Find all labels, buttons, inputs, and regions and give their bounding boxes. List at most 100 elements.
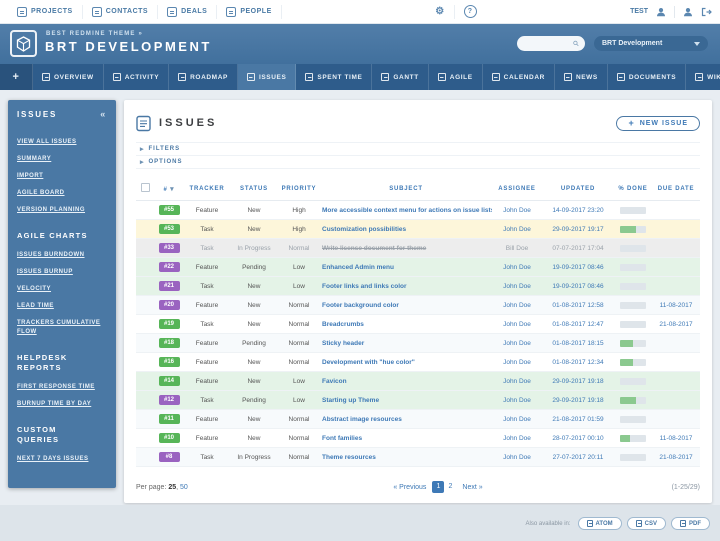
issue-assignee-link[interactable]: John Doe xyxy=(492,448,542,467)
sidebar-link[interactable]: VERSION PLANNING xyxy=(17,206,107,215)
nav-tab-spent-time[interactable]: SPENT TIME xyxy=(296,64,372,90)
pagination-page-2[interactable]: 2 xyxy=(444,481,456,493)
sidebar-link[interactable]: ISSUES BURNUP xyxy=(17,268,107,277)
nav-tab-wiki[interactable]: WIKI xyxy=(686,64,720,90)
search-input[interactable] xyxy=(523,39,573,48)
issue-assignee-link[interactable]: John Doe xyxy=(492,391,542,410)
column-header-subject[interactable]: SUBJECT xyxy=(320,177,492,201)
issue-id-badge[interactable]: #19 xyxy=(159,319,180,329)
issue-id-badge[interactable]: #8 xyxy=(159,452,180,462)
issue-assignee-link[interactable]: John Doe xyxy=(492,258,542,277)
my-account-icon[interactable] xyxy=(683,7,693,17)
sidebar-collapse-icon[interactable]: « xyxy=(100,109,107,119)
issue-id-badge[interactable]: #11 xyxy=(159,414,180,424)
issue-assignee-link[interactable]: John Doe xyxy=(492,410,542,429)
new-issue-button[interactable]: + NEW ISSUE xyxy=(616,116,700,131)
topbar-item-contacts[interactable]: CONTACTS xyxy=(83,5,158,19)
issue-assignee-link[interactable]: John Doe xyxy=(492,353,542,372)
sidebar-link[interactable]: TRACKERS CUMULATIVE FLOW xyxy=(17,319,107,337)
options-toggle[interactable]: ▸ OPTIONS xyxy=(136,156,700,169)
issue-id-badge[interactable]: #21 xyxy=(159,281,180,291)
column-header-tracker[interactable]: TRACKER xyxy=(184,177,230,201)
issue-id-badge[interactable]: #10 xyxy=(159,433,180,443)
column-header-assignee[interactable]: ASSIGNEE xyxy=(492,177,542,201)
issue-subject-link[interactable]: Footer background color xyxy=(320,296,492,315)
nav-tab-roadmap[interactable]: ROADMAP xyxy=(169,64,238,90)
sidebar-link[interactable]: AGILE BOARD xyxy=(17,189,107,198)
issue-subject-link[interactable]: Breadcrumbs xyxy=(320,315,492,334)
sidebar-link[interactable]: VELOCITY xyxy=(17,285,107,294)
per-page-option-50[interactable]: 50 xyxy=(180,484,188,491)
sign-out-icon[interactable] xyxy=(701,7,712,17)
issue-subject-link[interactable]: Development with "hue color" xyxy=(320,353,492,372)
issue-assignee-link[interactable]: John Doe xyxy=(492,201,542,220)
atom-export-button[interactable]: ATOM xyxy=(578,517,622,530)
breadcrumb[interactable]: BEST REDMINE THEME » xyxy=(46,31,143,37)
issue-id-badge[interactable]: #18 xyxy=(159,338,180,348)
sidebar-link[interactable]: ISSUES BURNDOWN xyxy=(17,251,107,260)
sidebar-link[interactable]: VIEW ALL ISSUES xyxy=(17,138,107,147)
issue-assignee-link[interactable]: John Doe xyxy=(492,334,542,353)
issue-subject-link[interactable]: Theme resources xyxy=(320,448,492,467)
nav-tab-overview[interactable]: OVERVIEW xyxy=(33,64,104,90)
issue-assignee-link[interactable]: John Doe xyxy=(492,429,542,448)
previous-page-link[interactable]: « Previous xyxy=(393,484,426,491)
filters-toggle[interactable]: ▸ FILTERS xyxy=(136,142,700,156)
issue-subject-link[interactable]: Starting up Theme xyxy=(320,391,492,410)
issue-subject-link[interactable]: Sticky header xyxy=(320,334,492,353)
pdf-export-button[interactable]: PDF xyxy=(671,517,710,530)
nav-tab-new[interactable]: + xyxy=(0,64,33,90)
logged-user-label[interactable]: TEST xyxy=(630,8,648,15)
nav-tab-calendar[interactable]: CALENDAR xyxy=(483,64,555,90)
sidebar-link[interactable]: FIRST RESPONSE TIME xyxy=(17,383,107,392)
topbar-item-deals[interactable]: DEALS xyxy=(158,5,217,19)
project-jump-select[interactable]: BRT Development xyxy=(594,36,708,51)
column-header-due-date[interactable]: DUE DATE xyxy=(652,177,700,201)
column-header-done[interactable]: % DONE xyxy=(614,177,652,201)
issue-id-badge[interactable]: #14 xyxy=(159,376,180,386)
issue-assignee-link[interactable]: John Doe xyxy=(492,277,542,296)
help-button[interactable]: ? xyxy=(455,5,486,19)
pagination-page-1[interactable]: 1 xyxy=(432,481,444,493)
issue-subject-link[interactable]: Font families xyxy=(320,429,492,448)
sidebar-link[interactable]: NEXT 7 DAYS ISSUES xyxy=(17,455,107,464)
issue-id-badge[interactable]: #12 xyxy=(159,395,180,405)
issue-subject-link[interactable]: Enhanced Admin menu xyxy=(320,258,492,277)
nav-tab-activity[interactable]: ACTIVITY xyxy=(104,64,169,90)
nav-tab-issues[interactable]: ISSUES xyxy=(238,64,296,90)
sidebar-link[interactable]: SUMMARY xyxy=(17,155,107,164)
search-icon[interactable] xyxy=(573,39,579,48)
nav-tab-news[interactable]: NEWS xyxy=(555,64,608,90)
issue-subject-link[interactable]: Footer links and links color xyxy=(320,277,492,296)
nav-tab-documents[interactable]: DOCUMENTS xyxy=(608,64,686,90)
issue-id-badge[interactable]: #33 xyxy=(159,243,180,253)
issue-id-badge[interactable]: #20 xyxy=(159,300,180,310)
nav-tab-gantt[interactable]: GANTT xyxy=(372,64,428,90)
issue-assignee-link[interactable]: John Doe xyxy=(492,372,542,391)
column-header-priority[interactable]: PRIORITY xyxy=(278,177,320,201)
column-header-updated[interactable]: UPDATED xyxy=(542,177,614,201)
column-header-id[interactable]: # ▾ xyxy=(154,177,184,201)
settings-button[interactable]: ⚙ xyxy=(426,5,454,19)
sidebar-link[interactable]: IMPORT xyxy=(17,172,107,181)
issue-assignee-link[interactable]: Bill Doe xyxy=(492,239,542,258)
issue-id-badge[interactable]: #55 xyxy=(159,205,180,215)
issue-assignee-link[interactable]: John Doe xyxy=(492,220,542,239)
issue-subject-link[interactable]: Write license document for theme xyxy=(320,239,492,258)
issue-id-badge[interactable]: #22 xyxy=(159,262,180,272)
next-page-link[interactable]: Next » xyxy=(462,484,482,491)
issue-subject-link[interactable]: Favicon xyxy=(320,372,492,391)
column-header-status[interactable]: STATUS xyxy=(230,177,278,201)
issue-subject-link[interactable]: More accessible context menu for actions… xyxy=(320,201,492,220)
topbar-item-projects[interactable]: PROJECTS xyxy=(8,5,83,19)
sidebar-link[interactable]: LEAD TIME xyxy=(17,302,107,311)
issue-assignee-link[interactable]: John Doe xyxy=(492,296,542,315)
issue-subject-link[interactable]: Customization possibilities xyxy=(320,220,492,239)
nav-tab-agile[interactable]: AGILE xyxy=(429,64,483,90)
issue-assignee-link[interactable]: John Doe xyxy=(492,315,542,334)
issue-id-badge[interactable]: #16 xyxy=(159,357,180,367)
issue-subject-link[interactable]: Abstract image resources xyxy=(320,410,492,429)
csv-export-button[interactable]: CSV xyxy=(627,517,666,530)
sidebar-link[interactable]: BURNUP TIME BY DAY xyxy=(17,400,107,409)
topbar-item-people[interactable]: PEOPLE xyxy=(217,5,281,19)
